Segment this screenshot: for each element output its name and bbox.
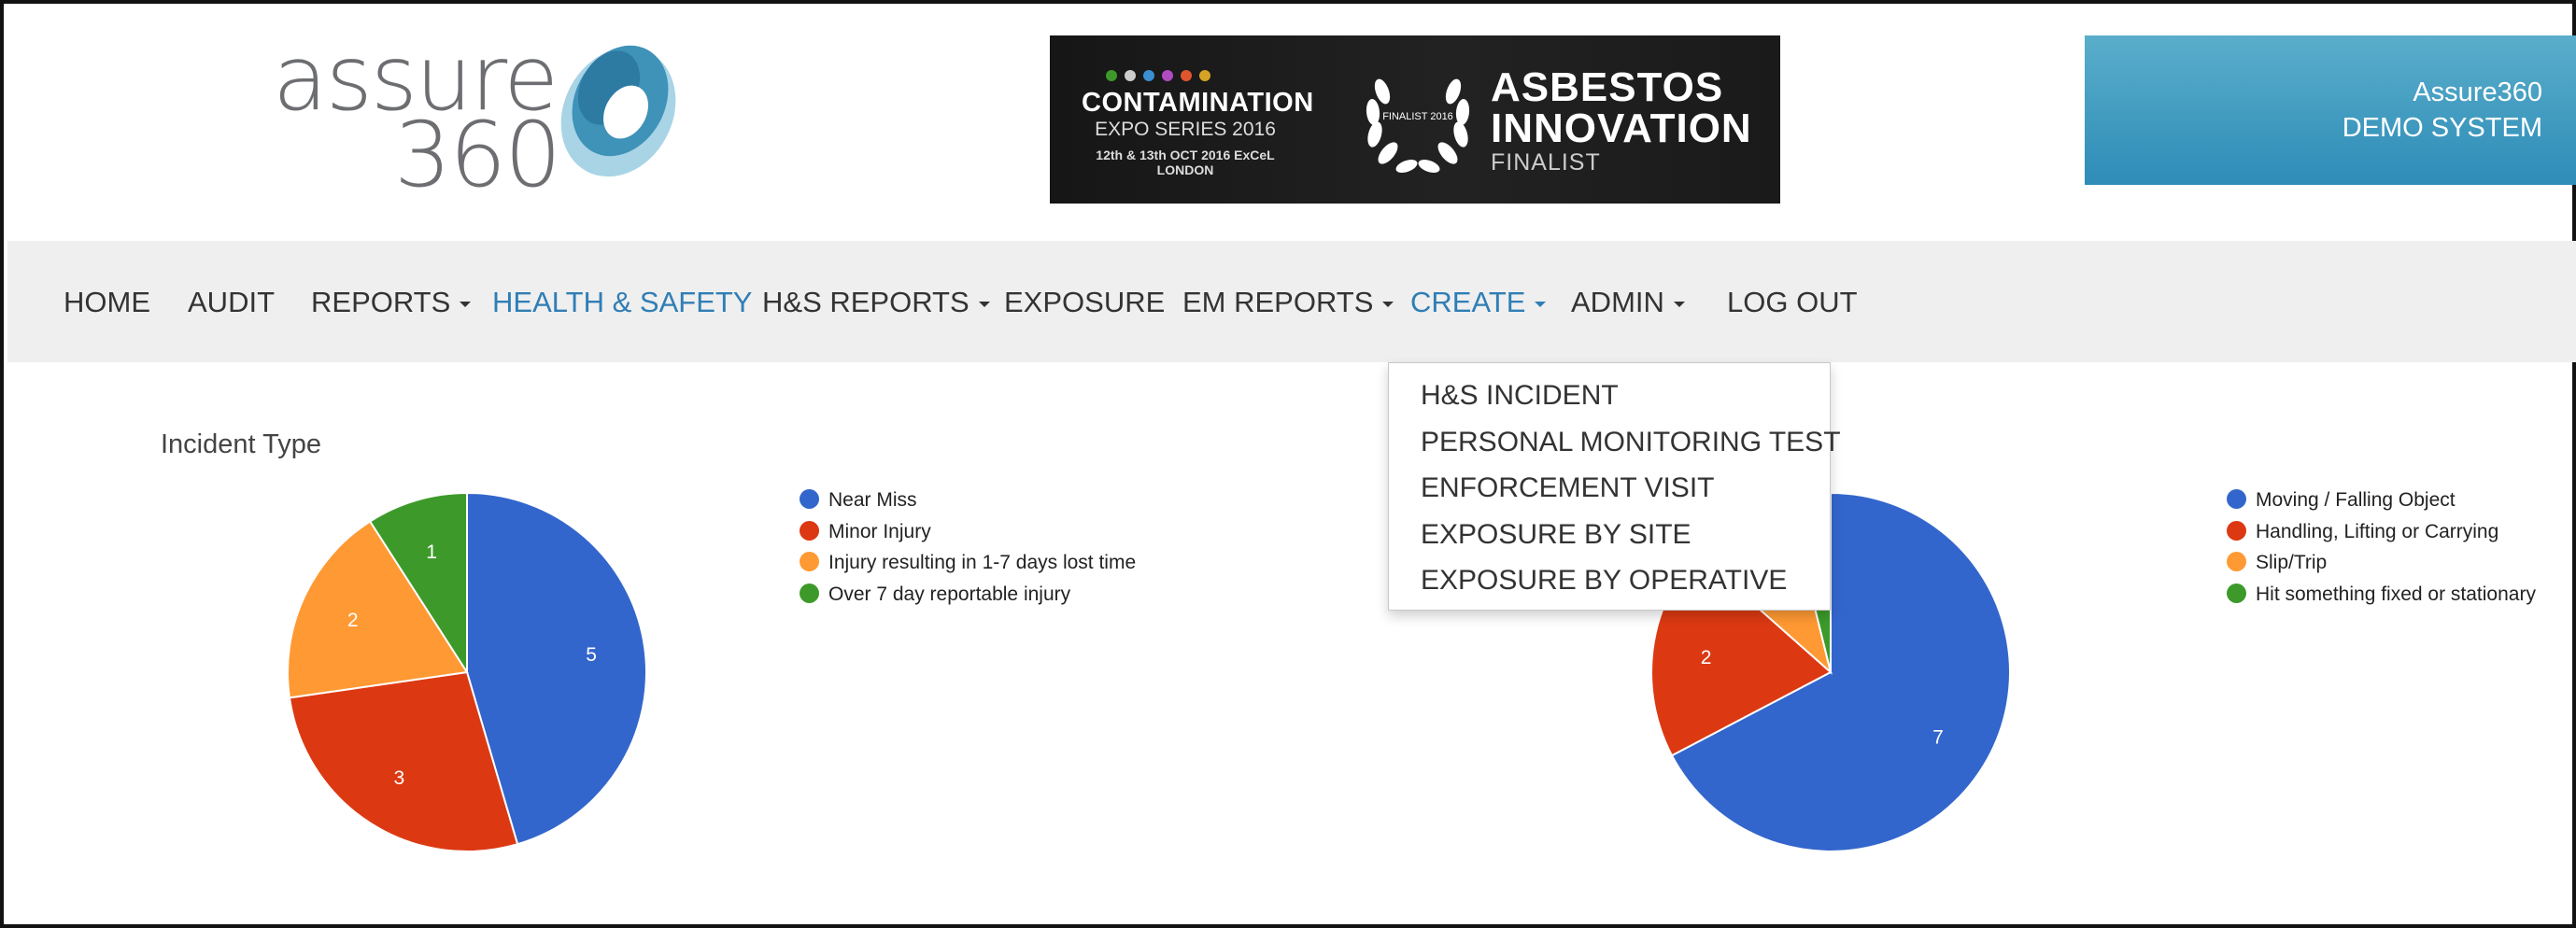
pie-value-label: 1 (426, 541, 437, 563)
legend-swatch (800, 552, 819, 571)
logo-ring-icon (560, 45, 676, 177)
nav-hs-reports[interactable]: H&S REPORTS (762, 286, 990, 319)
nav-audit[interactable]: AUDIT (188, 286, 275, 319)
nav-exposure-label: EXPOSURE (1004, 286, 1166, 318)
caret-down-icon (978, 301, 990, 307)
caret-down-icon (1535, 301, 1547, 307)
nav-health-safety[interactable]: HEALTH & SAFETY (492, 286, 753, 319)
incident-type-legend: Near Miss Minor Injury Injury resulting in… (800, 485, 1136, 610)
app-window: assure 360 CONTAMINATION EXPO SERIES 201… (0, 0, 2576, 928)
menu-item-personal-monitoring-test[interactable]: PERSONAL MONITORING TEST (1389, 419, 1841, 466)
expo-text: CONTAMINATION EXPO SERIES 2016 12th & 13… (1082, 88, 1314, 177)
legend-item-over-7-day-reportable-injury[interactable]: Over 7 day reportable injury (800, 579, 1136, 611)
legend-swatch (2227, 552, 2246, 571)
caret-down-icon (1673, 301, 1685, 307)
nav-reports[interactable]: REPORTS (311, 286, 472, 319)
legend-label: Hit something fixed or stationary (2256, 583, 2536, 605)
incident-cause-legend: Moving / Falling Object Handling, Lifting… (2227, 485, 2536, 610)
menu-item-exposure-by-operative[interactable]: EXPOSURE BY OPERATIVE (1389, 557, 1830, 604)
menu-item-enforcement-visit[interactable]: ENFORCEMENT VISIT (1389, 465, 1830, 512)
nav-audit-label: AUDIT (188, 286, 275, 318)
menu-item-hs-incident[interactable]: H&S INCIDENT (1389, 373, 1830, 419)
pie-value-label: 7 (1932, 727, 1944, 749)
main-nav: HOME AUDIT REPORTS HEALTH & SAFETY H&S R… (7, 241, 2576, 362)
legend-item-moving-falling-object[interactable]: Moving / Falling Object (2227, 485, 2536, 516)
nav-create[interactable]: CREATE (1410, 286, 1547, 319)
incident-type-pie-chart: 5 3 2 1 (287, 491, 647, 852)
laurel-wreath-icon: FINALIST 2016 (1366, 78, 1470, 173)
expo-sponsor-dots (1106, 69, 1274, 82)
nav-create-label: CREATE (1410, 286, 1526, 318)
expo-title: CONTAMINATION (1082, 88, 1314, 118)
nav-health-safety-label: HEALTH & SAFETY (492, 286, 753, 318)
legend-item-hit-something-fixed-or-stationary[interactable]: Hit something fixed or stationary (2227, 579, 2536, 611)
caret-down-icon (1382, 301, 1394, 307)
nav-logout-label: LOG OUT (1727, 286, 1858, 318)
nav-admin-label: ADMIN (1571, 286, 1664, 318)
demo-system-label: DEMO SYSTEM (2342, 113, 2542, 143)
wreath-text: FINALIST 2016 (1382, 111, 1453, 122)
menu-item-exposure-by-site[interactable]: EXPOSURE BY SITE (1389, 512, 1830, 558)
expo-date: 12th & 13th OCT 2016 ExCeL LONDON (1096, 148, 1275, 177)
legend-swatch (2227, 583, 2246, 603)
legend-label: Near Miss (828, 489, 917, 511)
legend-label: Injury resulting in 1-7 days lost time (828, 552, 1137, 573)
award-line-3: FINALIST (1491, 149, 1601, 176)
demo-system-badge: Assure360 DEMO SYSTEM (2085, 35, 2576, 185)
legend-item-handling-lifting-or-carrying[interactable]: Handling, Lifting or Carrying (2227, 516, 2536, 548)
nav-hs-reports-label: H&S REPORTS (762, 286, 970, 318)
legend-label: Slip/Trip (2256, 552, 2328, 573)
legend-item-near-miss[interactable]: Near Miss (800, 485, 1136, 516)
pie-value-label: 3 (393, 767, 404, 789)
legend-swatch (800, 583, 819, 603)
legend-swatch (2227, 489, 2246, 509)
expo-subtitle: EXPO SERIES 2016 (1095, 119, 1276, 140)
pie-value-label: 2 (1701, 647, 1712, 668)
nav-exposure[interactable]: EXPOSURE (1004, 286, 1165, 319)
nav-home-label: HOME (64, 286, 150, 318)
award-line-1: ASBESTOS (1491, 64, 1724, 110)
nav-logout[interactable]: LOG OUT (1727, 286, 1858, 319)
pie-value-label: 2 (347, 610, 359, 631)
legend-label: Over 7 day reportable injury (828, 583, 1071, 605)
assure360-logo[interactable]: assure 360 (273, 32, 684, 202)
legend-item-minor-injury[interactable]: Minor Injury (800, 516, 1136, 548)
legend-item-injury-resulting-in-1-7-days-lost-time[interactable]: Injury resulting in 1-7 days lost time (800, 547, 1136, 579)
award-line-2: INNOVATION (1491, 105, 1752, 151)
award-banner[interactable]: CONTAMINATION EXPO SERIES 2016 12th & 13… (1050, 35, 1780, 204)
chart-title-incident-type: Incident Type (161, 429, 321, 459)
nav-em-reports[interactable]: EM REPORTS (1182, 286, 1394, 319)
legend-label: Moving / Falling Object (2256, 489, 2456, 511)
nav-em-reports-label: EM REPORTS (1182, 286, 1374, 318)
legend-label: Minor Injury (828, 520, 931, 542)
legend-item-slip-trip[interactable]: Slip/Trip (2227, 547, 2536, 579)
nav-home[interactable]: HOME (64, 286, 150, 319)
logo-number: 360 (394, 103, 561, 207)
award-text: ASBESTOS INNOVATION FINALIST (1491, 67, 1752, 176)
nav-reports-label: REPORTS (311, 286, 451, 318)
legend-swatch (800, 489, 819, 509)
legend-swatch (2227, 520, 2246, 541)
pie-value-label: 5 (586, 644, 597, 666)
legend-swatch (800, 520, 819, 541)
nav-admin[interactable]: ADMIN (1571, 286, 1685, 319)
demo-system-name: Assure360 (2413, 77, 2542, 107)
legend-label: Handling, Lifting or Carrying (2256, 520, 2499, 542)
create-dropdown-menu: H&S INCIDENT PERSONAL MONITORING TEST EN… (1388, 362, 1841, 611)
caret-down-icon (460, 301, 472, 307)
